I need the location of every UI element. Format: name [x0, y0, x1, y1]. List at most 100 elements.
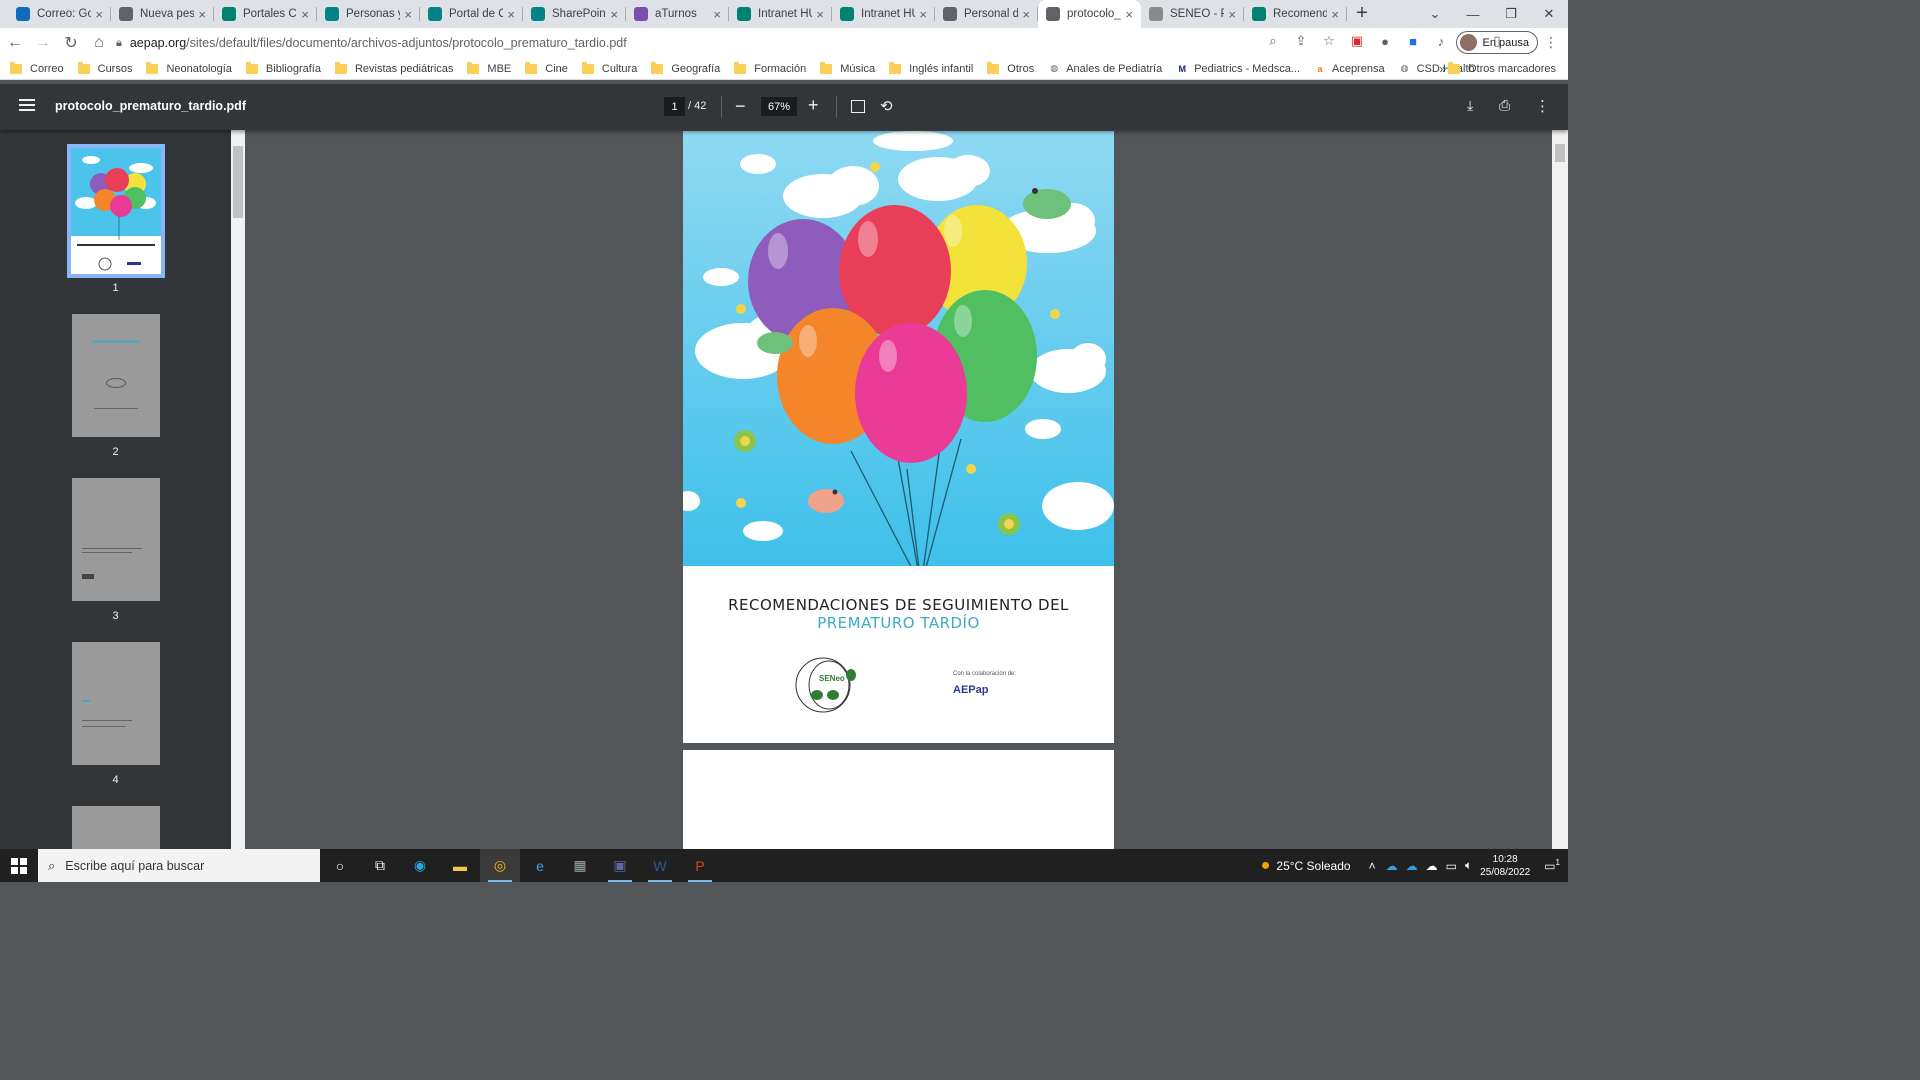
- close-icon[interactable]: ×: [95, 7, 103, 22]
- browser-tab[interactable]: Intranet HU ×: [729, 0, 832, 28]
- sidebar-scrollbar-thumb[interactable]: [233, 146, 243, 218]
- address-bar[interactable]: 🔒︎ aepap.org/sites/default/files/documen…: [112, 30, 1242, 56]
- internet-explorer-icon[interactable]: e: [520, 849, 560, 882]
- fit-page-icon[interactable]: [851, 100, 865, 113]
- close-icon[interactable]: ×: [713, 7, 721, 22]
- browser-tab[interactable]: Nueva pest ×: [111, 0, 214, 28]
- thumbnail-page-5[interactable]: [72, 806, 160, 849]
- star-icon[interactable]: ☆: [1320, 32, 1338, 50]
- reload-icon[interactable]: ↻: [58, 30, 84, 56]
- close-icon[interactable]: ×: [919, 7, 927, 22]
- zoom-in-icon[interactable]: +: [808, 95, 819, 116]
- browser-tab[interactable]: Personas y ×: [317, 0, 420, 28]
- thumbnail-page-2[interactable]: [72, 314, 160, 437]
- close-icon[interactable]: ×: [198, 7, 206, 22]
- bell-extension-icon[interactable]: ♪: [1432, 32, 1450, 50]
- more-options-icon[interactable]: ⋮: [1535, 97, 1550, 115]
- browser-tab[interactable]: protocolo_p ×: [1038, 0, 1141, 28]
- close-icon[interactable]: ×: [404, 7, 412, 22]
- profile-button[interactable]: En pausa: [1455, 31, 1538, 54]
- close-icon[interactable]: ×: [1125, 7, 1133, 22]
- calculator-icon[interactable]: ▦: [560, 849, 600, 882]
- chevron-up-icon[interactable]: ˄: [1369, 859, 1376, 873]
- page-number-input[interactable]: 1: [664, 97, 685, 116]
- bookmark-folder[interactable]: Formación: [734, 61, 806, 75]
- bookmark-folder[interactable]: Revistas pediátricas: [334, 61, 453, 75]
- onedrive-icon[interactable]: ☁: [1406, 859, 1418, 873]
- browser-tab[interactable]: Recomenda×: [1244, 0, 1347, 28]
- new-tab-icon[interactable]: +: [1347, 0, 1377, 28]
- extension-icon[interactable]: ●: [1376, 32, 1394, 50]
- share-icon[interactable]: ⇪: [1292, 32, 1310, 50]
- close-icon[interactable]: ×: [1022, 7, 1030, 22]
- cloud-icon[interactable]: ☁: [1426, 859, 1438, 873]
- bookmark-folder[interactable]: Cine: [525, 61, 568, 75]
- network-icon[interactable]: ▭: [1446, 859, 1457, 873]
- bookmark-folder[interactable]: Neonatología: [146, 61, 232, 75]
- restore-icon[interactable]: ❐: [1492, 0, 1530, 28]
- bookmark-folder[interactable]: Geografía: [651, 61, 720, 75]
- bookmark-folder[interactable]: Bibliografía: [245, 61, 321, 75]
- bookmark-link[interactable]: M Pediatrics - Medsca...: [1176, 63, 1300, 75]
- lock-icon[interactable]: 🔒︎: [116, 37, 122, 50]
- bookmark-link[interactable]: ◍ Anales de Pediatría: [1048, 63, 1162, 75]
- bookmark-folder[interactable]: Cultura: [581, 61, 637, 75]
- rotate-icon[interactable]: ⟲: [880, 97, 893, 115]
- browser-tab[interactable]: Intranet HU ×: [832, 0, 935, 28]
- volume-icon[interactable]: 🔈︎: [1465, 858, 1472, 873]
- print-icon[interactable]: ⎙: [1499, 97, 1510, 114]
- thumbnail-page-4[interactable]: [72, 642, 160, 765]
- tab-search-icon[interactable]: ⌄: [1416, 0, 1454, 28]
- bookmark-link[interactable]: a Aceprensa: [1314, 63, 1384, 75]
- thumbnail-page-1[interactable]: [67, 144, 165, 278]
- clock[interactable]: 10:28 25/08/2022: [1480, 853, 1530, 879]
- pdf-viewer[interactable]: RECOMENDACIONES DE SEGUIMIENTO DEL PREMA…: [245, 130, 1552, 849]
- taskbar-search-input[interactable]: ⌕ Escribe aquí para buscar: [38, 849, 320, 882]
- browser-tab[interactable]: SENEO - Pu×: [1141, 0, 1244, 28]
- onedrive-icon[interactable]: ☁: [1386, 859, 1398, 873]
- forward-icon[interactable]: →: [30, 30, 56, 56]
- close-icon[interactable]: ×: [610, 7, 618, 22]
- more-bookmarks-icon[interactable]: »: [1439, 62, 1446, 76]
- cortana-icon[interactable]: ○: [320, 849, 360, 882]
- extension-badge-icon[interactable]: ■: [1404, 32, 1422, 50]
- viewer-scrollbar[interactable]: [1552, 130, 1568, 849]
- browser-tab[interactable]: SharePoint ×: [523, 0, 626, 28]
- bookmark-folder[interactable]: Otros: [987, 61, 1034, 75]
- edge-icon[interactable]: ◉: [400, 849, 440, 882]
- zoom-input[interactable]: 67%: [761, 97, 797, 116]
- notification-icon[interactable]: ▭1: [1544, 858, 1560, 873]
- teams-icon[interactable]: ▣: [600, 849, 640, 882]
- close-window-icon[interactable]: ✕: [1530, 0, 1568, 28]
- bookmark-folder[interactable]: MBE: [467, 61, 511, 75]
- file-explorer-icon[interactable]: ▬: [440, 849, 480, 882]
- task-view-icon[interactable]: ⧉: [360, 849, 400, 882]
- close-icon[interactable]: ×: [1228, 7, 1236, 22]
- chrome-menu-icon[interactable]: ⋮: [1544, 34, 1558, 51]
- weather-sun-icon[interactable]: ●: [1261, 857, 1271, 875]
- browser-tab[interactable]: Portales Co ×: [214, 0, 317, 28]
- zoom-out-icon[interactable]: −: [735, 96, 746, 117]
- bookmark-folder[interactable]: Cursos: [77, 61, 132, 75]
- thumbnail-page-3[interactable]: [72, 478, 160, 601]
- close-icon[interactable]: ×: [507, 7, 515, 22]
- back-icon[interactable]: ←: [2, 30, 28, 56]
- browser-tab[interactable]: Correo: Gor×: [8, 0, 111, 28]
- bookmark-folder[interactable]: Música: [820, 61, 875, 75]
- close-icon[interactable]: ×: [301, 7, 309, 22]
- viewer-scrollbar-thumb[interactable]: [1555, 144, 1565, 162]
- minimize-icon[interactable]: —: [1454, 0, 1492, 28]
- chrome-icon[interactable]: ◎: [480, 849, 520, 882]
- weather-text[interactable]: 25°C Soleado: [1276, 859, 1350, 873]
- other-bookmarks[interactable]: Otros marcadores: [1447, 61, 1556, 75]
- zoom-icon[interactable]: ⌕: [1264, 32, 1282, 50]
- word-icon[interactable]: W: [640, 849, 680, 882]
- bookmark-folder[interactable]: Correo: [10, 61, 64, 75]
- menu-icon[interactable]: [19, 99, 35, 111]
- browser-tab[interactable]: Personal de×: [935, 0, 1038, 28]
- close-icon[interactable]: ×: [1331, 7, 1339, 22]
- sidebar-scrollbar[interactable]: [231, 130, 245, 849]
- windows-start-icon[interactable]: [0, 849, 38, 882]
- download-icon[interactable]: ⤓: [1467, 97, 1473, 114]
- bookmark-folder[interactable]: Inglés infantil: [889, 61, 973, 75]
